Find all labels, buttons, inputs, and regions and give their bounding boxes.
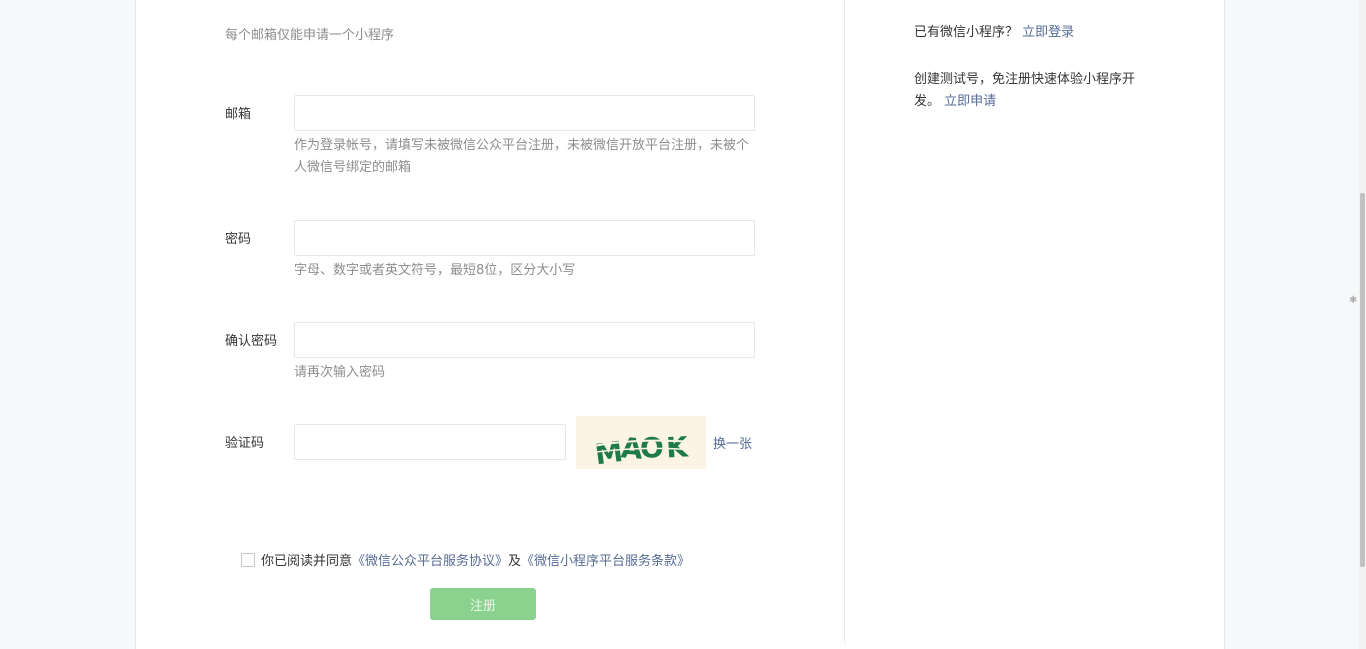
login-prompt-row: 已有微信小程序？ 立即登录 [914, 22, 1074, 44]
svg-text:K: K [665, 430, 690, 464]
svg-text:O: O [640, 431, 664, 464]
email-input[interactable] [294, 95, 755, 131]
apply-test-link[interactable]: 立即申请 [944, 94, 996, 109]
agreement-conjunction: 及 [508, 554, 522, 569]
agreement-prefix: 你已阅读并同意 [261, 554, 353, 569]
confirm-password-label: 确认密码 [225, 334, 278, 349]
confirm-password-hint: 请再次输入密码 [294, 365, 386, 380]
captcha-label: 验证码 [225, 436, 265, 451]
captcha-glyphs: M A O K [593, 430, 690, 471]
test-account-row: 创建测试号，免注册快速体验小程序开发。 立即申请 [914, 69, 1159, 113]
password-input[interactable] [294, 220, 755, 256]
agreement-checkbox[interactable] [241, 552, 255, 567]
email-label: 邮箱 [225, 107, 252, 122]
password-hint: 字母、数字或者英文符号，最短8位，区分大小写 [294, 263, 576, 278]
column-divider [844, 0, 845, 643]
registration-panel: 每个邮箱仅能申请一个小程序 邮箱 作为登录帐号，请填写未被微信公众平台注册，未被… [135, 0, 1225, 649]
confirm-password-input[interactable] [294, 322, 755, 358]
captcha-input[interactable] [294, 424, 566, 460]
captcha-image[interactable]: M A O K [576, 416, 706, 471]
login-link[interactable]: 立即登录 [1022, 25, 1074, 40]
scrollbar-thumb[interactable] [1360, 193, 1365, 567]
form-tip: 每个邮箱仅能申请一个小程序 [225, 28, 395, 43]
login-prompt: 已有微信小程序？ [914, 25, 1019, 40]
service-agreement-link[interactable]: 《微信公众平台服务协议》 [352, 550, 508, 569]
pin-icon[interactable]: ✱ [1349, 295, 1357, 306]
password-label: 密码 [225, 232, 252, 247]
register-button[interactable]: 注册 [430, 588, 536, 620]
terms-link[interactable]: 《微信小程序平台服务条款》 [521, 550, 690, 569]
refresh-captcha-link[interactable]: 换一张 [713, 433, 752, 452]
agreement-row: 你已阅读并同意 《微信公众平台服务协议》 及 《微信小程序平台服务条款》 [241, 550, 690, 569]
email-hint: 作为登录帐号，请填写未被微信公众平台注册，未被微信开放平台注册，未被个人微信号绑… [294, 138, 750, 175]
